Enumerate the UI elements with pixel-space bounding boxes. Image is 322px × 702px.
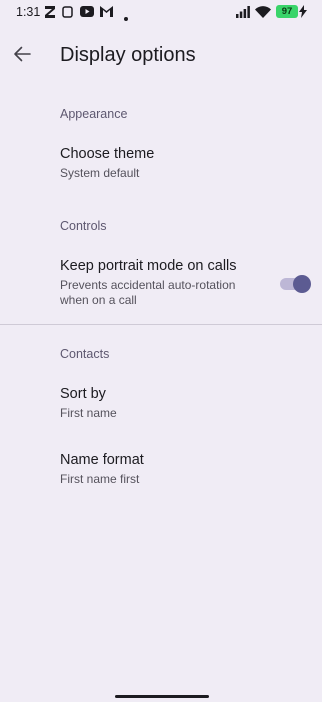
status-time: 1:31: [16, 5, 41, 19]
keep-portrait-switch[interactable]: [280, 275, 311, 293]
choose-theme-item[interactable]: Choose theme System default: [0, 134, 322, 194]
back-button[interactable]: [6, 38, 38, 74]
section-header-controls: Controls: [60, 219, 107, 233]
name-format-item[interactable]: Name format First name first: [0, 440, 322, 500]
dot-icon: [124, 10, 128, 24]
divider: [0, 324, 322, 325]
switch-thumb: [293, 275, 311, 293]
wifi-icon: [255, 6, 271, 21]
section-header-appearance: Appearance: [60, 107, 128, 121]
choose-theme-summary: System default: [60, 166, 140, 180]
sort-by-summary: First name: [60, 406, 117, 420]
name-format-title: Name format: [60, 452, 144, 468]
choose-theme-title: Choose theme: [60, 146, 155, 162]
name-format-summary: First name first: [60, 472, 140, 486]
keep-portrait-summary-line2: when on a call: [60, 293, 137, 307]
section-header-contacts: Contacts: [60, 347, 110, 361]
navigation-handle[interactable]: [115, 695, 209, 698]
battery-icon: 97: [276, 5, 298, 18]
arrow-back-icon: [13, 45, 31, 68]
signal-icon: [236, 6, 250, 21]
keep-portrait-summary-line1: Prevents accidental auto-rotation: [60, 278, 236, 292]
youtube-icon: [80, 6, 94, 20]
gmail-icon: [100, 6, 113, 20]
notification-z-icon: [45, 6, 55, 21]
keep-portrait-item[interactable]: Keep portrait mode on calls Prevents acc…: [0, 248, 322, 318]
status-bar: 1:31 97: [0, 0, 322, 24]
charging-bolt-icon: [299, 5, 307, 21]
page-title: Display options: [60, 44, 196, 66]
copy-icon: [62, 6, 73, 21]
top-app-bar: Display options: [0, 32, 322, 80]
keep-portrait-title: Keep portrait mode on calls: [60, 258, 237, 274]
sort-by-title: Sort by: [60, 386, 106, 402]
sort-by-item[interactable]: Sort by First name: [0, 374, 322, 434]
